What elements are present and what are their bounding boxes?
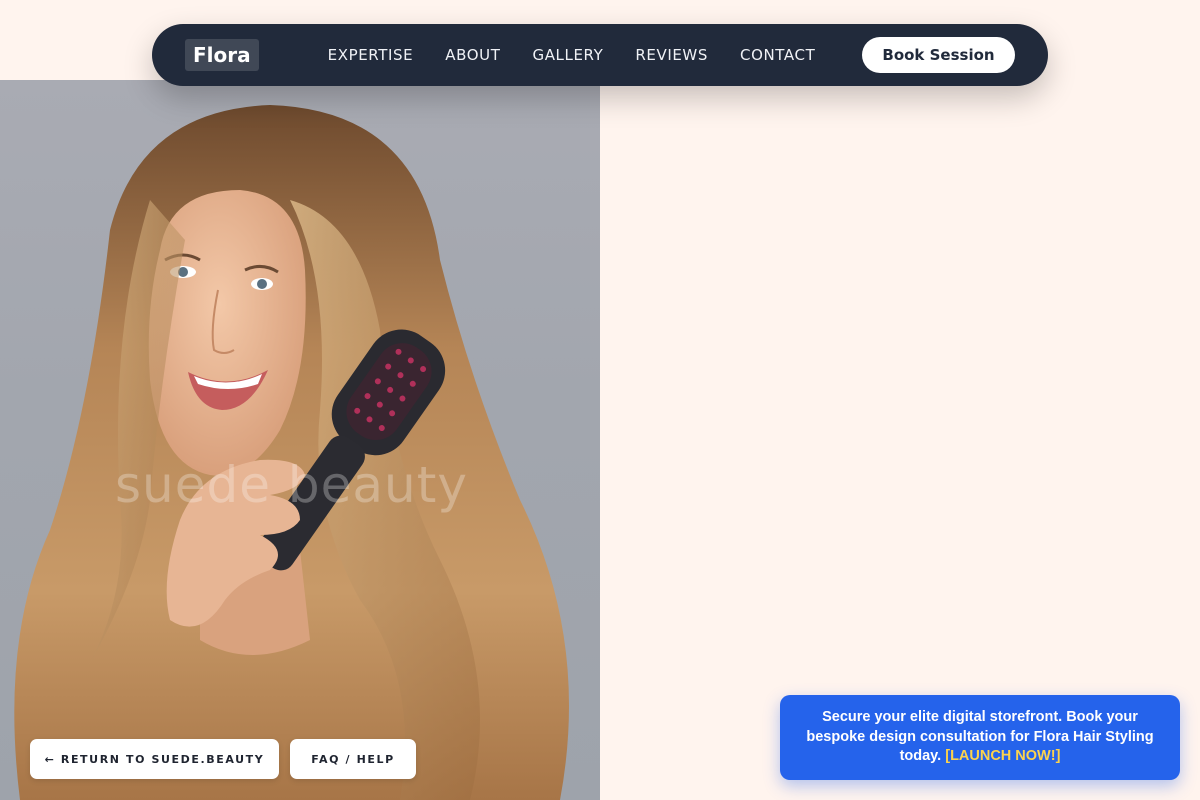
top-navbar: Flora EXPERTISE ABOUT GALLERY REVIEWS CO…	[152, 24, 1048, 86]
model-photo-illustration	[14, 105, 570, 800]
promo-banner[interactable]: Secure your elite digital storefront. Bo…	[780, 695, 1180, 780]
nav-link-gallery[interactable]: GALLERY	[532, 46, 603, 64]
brand-logo[interactable]: Flora	[185, 39, 259, 71]
faq-help-button[interactable]: FAQ / HELP	[290, 739, 416, 779]
watermark-text: suede beauty	[115, 456, 468, 514]
hero-photo: suede beauty	[0, 80, 600, 800]
nav-link-reviews[interactable]: REVIEWS	[635, 46, 708, 64]
nav-link-contact[interactable]: CONTACT	[740, 46, 815, 64]
book-session-button[interactable]: Book Session	[862, 37, 1015, 73]
nav-links: EXPERTISE ABOUT GALLERY REVIEWS CONTACT	[328, 46, 848, 64]
promo-launch-link[interactable]: [LAUNCH NOW!]	[945, 748, 1060, 764]
nav-link-about[interactable]: ABOUT	[445, 46, 500, 64]
return-to-site-button[interactable]: ← RETURN TO SUEDE.BEAUTY	[30, 739, 279, 779]
nav-link-expertise[interactable]: EXPERTISE	[328, 46, 414, 64]
